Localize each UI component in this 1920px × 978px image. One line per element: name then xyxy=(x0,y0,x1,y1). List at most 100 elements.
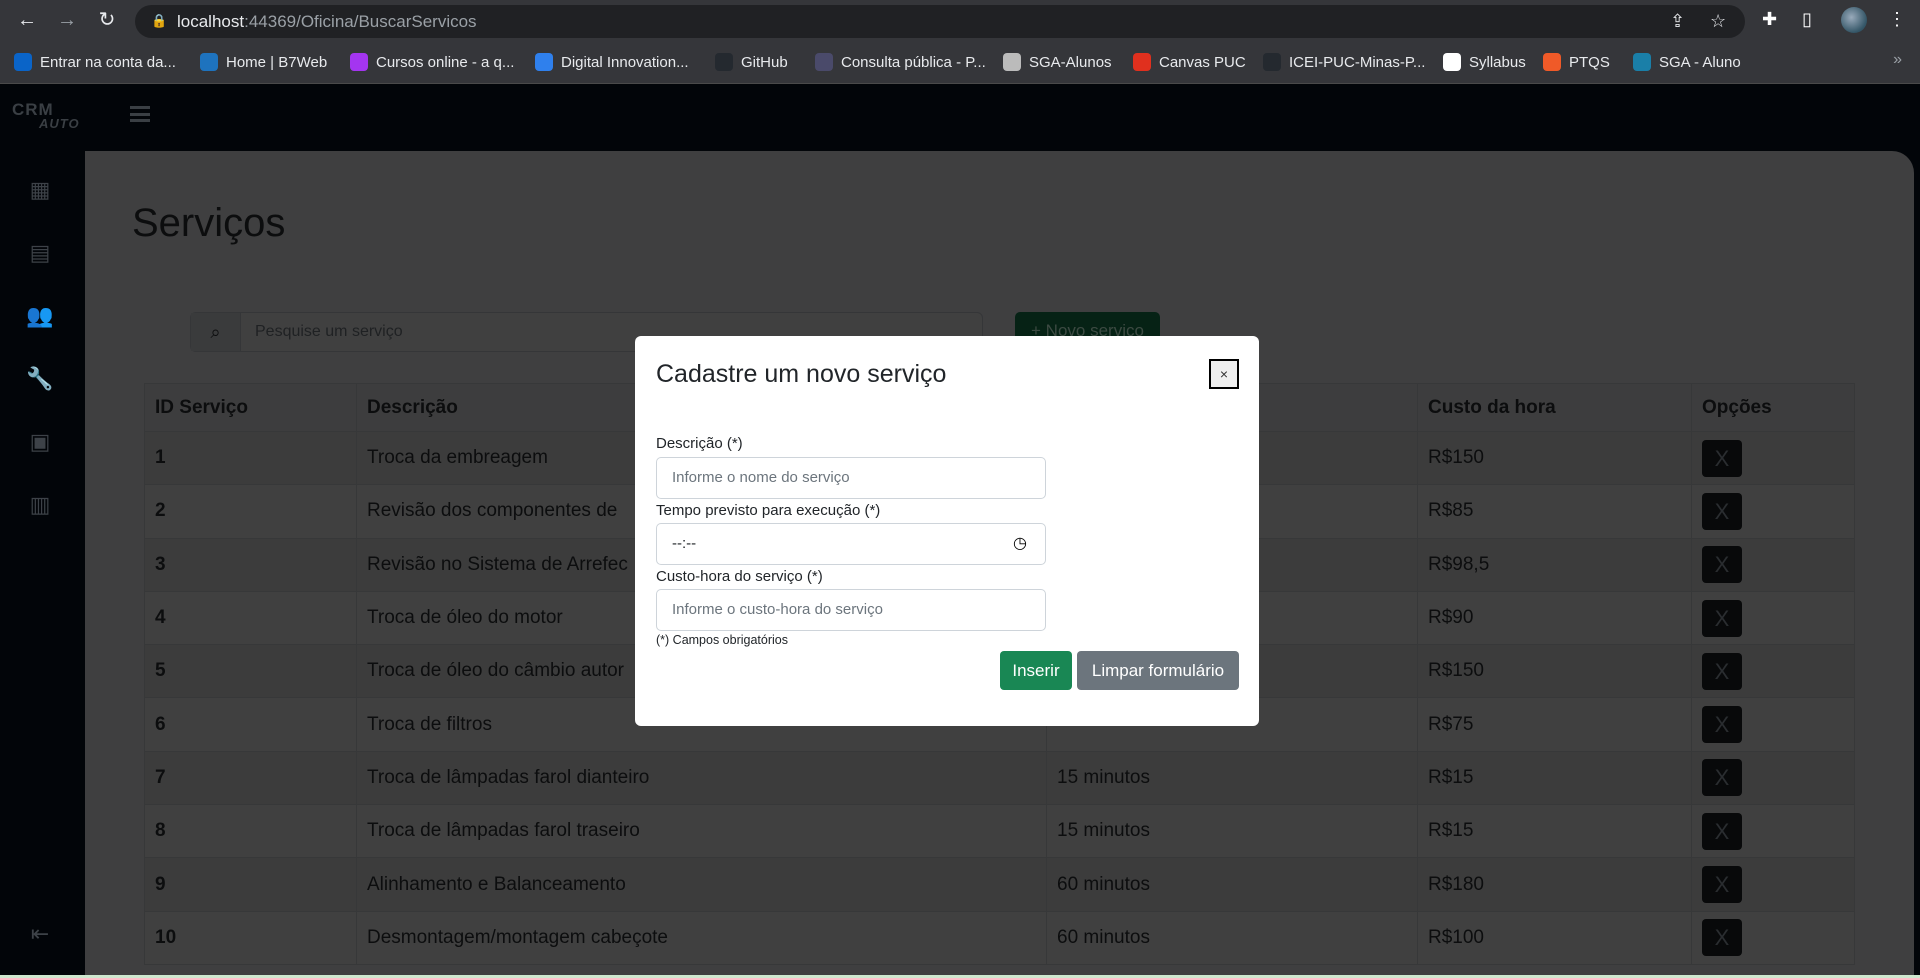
more-bookmarks-icon[interactable]: » xyxy=(1893,51,1902,69)
cell-options: X xyxy=(1691,644,1855,699)
cell-description: Troca de lâmpadas farol traseiro xyxy=(356,804,1047,859)
time-label: Tempo previsto para execução (*) xyxy=(656,502,881,519)
bookmark-item[interactable]: Home | B7Web xyxy=(200,52,327,72)
contact-card-icon[interactable]: ▣ xyxy=(26,428,54,456)
note-icon[interactable]: ▤ xyxy=(26,239,54,267)
cell-description: Desmontagem/montagem cabeçote xyxy=(356,910,1047,965)
search-placeholder: Pesquise um serviço xyxy=(255,323,403,340)
fire-icon xyxy=(1543,53,1561,71)
time-value: --:-- xyxy=(672,535,697,552)
table-row: 9 Alinhamento e Balanceamento 60 minutos R$… xyxy=(144,857,1855,912)
close-button[interactable]: × xyxy=(1209,359,1239,389)
cell-id: 6 xyxy=(144,697,357,752)
clear-form-button[interactable]: Limpar formulário xyxy=(1077,651,1239,690)
side-panel-icon[interactable]: ▯ xyxy=(1802,9,1812,30)
cell-options: X xyxy=(1691,430,1855,486)
bookmark-item[interactable]: Consulta pública - P... xyxy=(815,52,986,72)
bookmark-item[interactable]: PTQS xyxy=(1543,52,1610,72)
bookmark-label: PTQS xyxy=(1569,53,1610,71)
insert-button[interactable]: Inserir xyxy=(1000,651,1072,690)
wrench-icon[interactable]: 🔧 xyxy=(26,365,54,393)
url-path: :44369/Oficina/BuscarServicos xyxy=(244,12,477,31)
col-id: ID Serviço xyxy=(144,383,357,432)
hamburger-menu-icon[interactable] xyxy=(130,106,150,122)
sga-icon xyxy=(1003,53,1021,71)
table-row: 8 Troca de lâmpadas farol traseiro 15 minu… xyxy=(144,804,1855,859)
address-bar[interactable]: 🔒 localhost:44369/Oficina/BuscarServicos… xyxy=(135,5,1745,38)
bookmark-label: SGA - Aluno xyxy=(1659,53,1741,71)
cost-input[interactable]: Informe o custo-hora do serviço xyxy=(656,589,1046,631)
cell-cost: R$150 xyxy=(1417,430,1692,486)
table-row: 7 Troca de lâmpadas farol dianteiro 15 min… xyxy=(144,750,1855,806)
cell-id: 9 xyxy=(144,857,357,912)
delete-button[interactable]: X xyxy=(1702,706,1742,744)
bookmark-label: Entrar na conta da... xyxy=(40,53,176,71)
bookmark-label: Digital Innovation... xyxy=(561,53,689,71)
page-title: Serviços xyxy=(132,201,286,245)
new-service-modal: Cadastre um novo serviço × Descrição (*)… xyxy=(635,336,1259,726)
star-icon[interactable]: ☆ xyxy=(1710,11,1726,32)
bookmark-item[interactable]: Cursos online - a q... xyxy=(350,52,514,72)
cell-cost: R$100 xyxy=(1417,910,1692,965)
pje-icon xyxy=(815,53,833,71)
menu-icon[interactable]: ⋮ xyxy=(1888,9,1906,30)
cell-id: 5 xyxy=(144,644,357,699)
modal-title: Cadastre um novo serviço xyxy=(656,360,947,388)
bookmark-label: GitHub xyxy=(741,53,788,71)
cell-description: Alinhamento e Balanceamento xyxy=(356,857,1047,912)
sga-aluno-icon xyxy=(1633,53,1651,71)
logout-icon[interactable]: ⇤ xyxy=(26,920,54,948)
time-input[interactable]: --:-- ◷ xyxy=(656,523,1046,565)
required-note: (*) Campos obrigatórios xyxy=(656,633,788,647)
delete-button[interactable]: X xyxy=(1702,919,1742,957)
table-row: 10 Desmontagem/montagem cabeçote 60 minuto… xyxy=(144,910,1855,965)
cell-id: 7 xyxy=(144,750,357,806)
cell-options: X xyxy=(1691,590,1855,646)
cell-time: 60 minutos xyxy=(1046,857,1418,912)
cell-options: X xyxy=(1691,537,1855,592)
bookmark-label: Cursos online - a q... xyxy=(376,53,515,71)
bookmark-item[interactable]: SGA - Aluno xyxy=(1633,52,1741,72)
bookmark-item[interactable]: ICEI-PUC-Minas-P... xyxy=(1263,52,1425,72)
dashboard-icon[interactable]: ▦ xyxy=(26,176,54,204)
browser-toolbar: ← → ↻ 🔒 localhost:44369/Oficina/BuscarSe… xyxy=(0,0,1920,41)
extensions-icon[interactable]: ✚ xyxy=(1762,9,1777,30)
back-icon[interactable]: ← xyxy=(15,8,39,32)
cell-description: Troca de lâmpadas farol dianteiro xyxy=(356,750,1047,806)
delete-button[interactable]: X xyxy=(1702,546,1742,584)
cell-options: X xyxy=(1691,910,1855,965)
reload-icon[interactable]: ↻ xyxy=(95,8,119,32)
bookmark-item[interactable]: Entrar na conta da... xyxy=(14,52,176,72)
col-cost: Custo da hora xyxy=(1417,383,1692,432)
delete-button[interactable]: X xyxy=(1702,759,1742,797)
users-icon[interactable]: 👥 xyxy=(26,302,54,330)
bookmark-label: Canvas PUC xyxy=(1159,53,1246,71)
cell-id: 8 xyxy=(144,804,357,859)
cell-options: X xyxy=(1691,697,1855,752)
cell-id: 3 xyxy=(144,537,357,592)
delete-button[interactable]: X xyxy=(1702,812,1742,850)
cell-cost: R$75 xyxy=(1417,697,1692,752)
bookmark-item[interactable]: GitHub xyxy=(715,52,788,72)
description-input[interactable]: Informe o nome do serviço xyxy=(656,457,1046,499)
delete-button[interactable]: X xyxy=(1702,439,1742,477)
bookmark-item[interactable]: Syllabus xyxy=(1443,52,1526,72)
cell-cost: R$150 xyxy=(1417,644,1692,699)
bookmark-item[interactable]: Canvas PUC xyxy=(1133,52,1246,72)
delete-button[interactable]: X xyxy=(1702,599,1742,637)
share-icon[interactable]: ⇪ xyxy=(1670,11,1685,32)
profile-avatar[interactable] xyxy=(1841,7,1867,33)
delete-button[interactable]: X xyxy=(1702,866,1742,904)
bookmark-label: ICEI-PUC-Minas-P... xyxy=(1289,53,1426,71)
delete-button[interactable]: X xyxy=(1702,652,1742,690)
delete-button[interactable]: X xyxy=(1702,492,1742,530)
clock-icon[interactable]: ◷ xyxy=(1013,524,1027,564)
cell-time: 15 minutos xyxy=(1046,750,1418,806)
lock-icon: 🔒 xyxy=(151,13,168,28)
bar-chart-icon[interactable]: ▥ xyxy=(26,491,54,519)
bookmark-item[interactable]: SGA-Alunos xyxy=(1003,52,1112,72)
bookmark-label: SGA-Alunos xyxy=(1029,53,1112,71)
bookmark-item[interactable]: Digital Innovation... xyxy=(535,52,689,72)
udemy-icon xyxy=(350,53,368,71)
forward-icon[interactable]: → xyxy=(55,8,79,32)
